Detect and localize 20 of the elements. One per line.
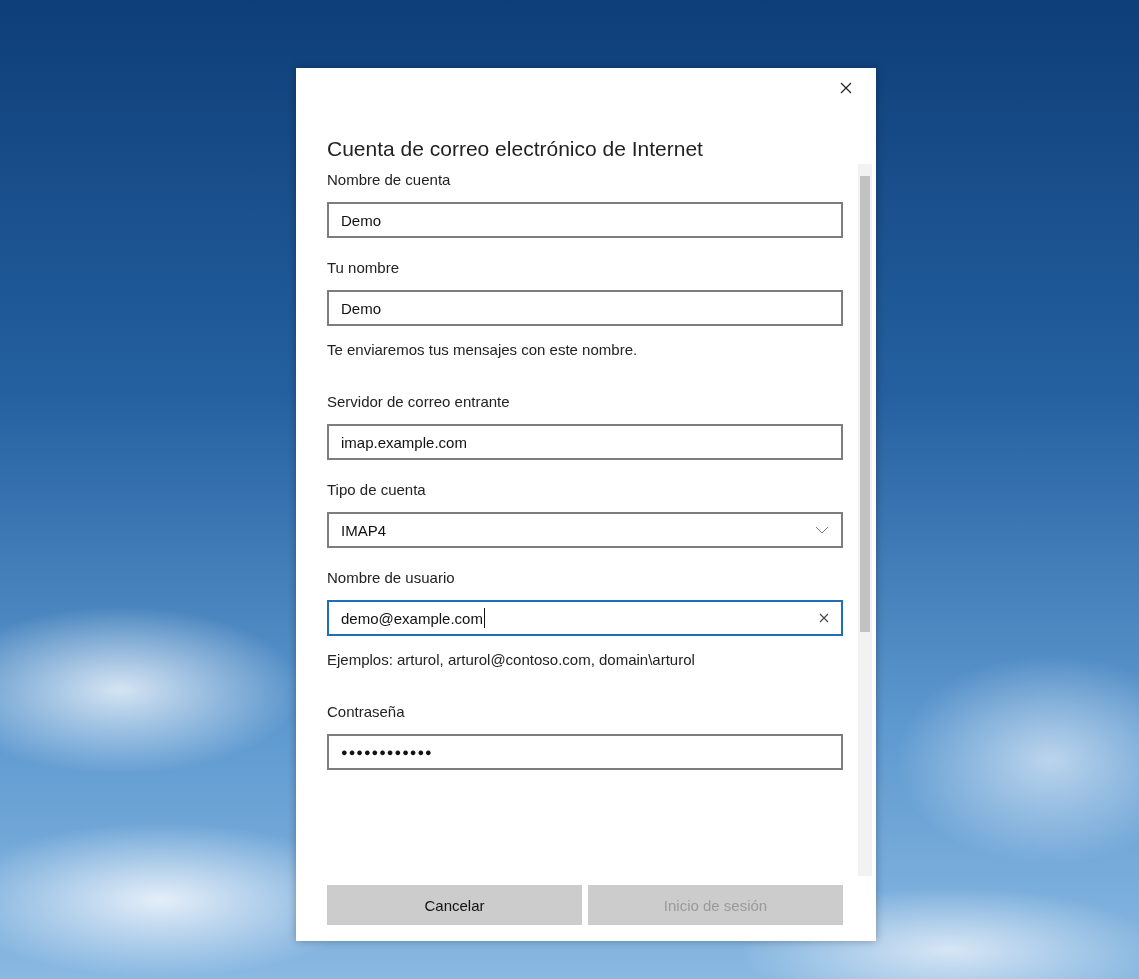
cancel-button[interactable]: Cancelar bbox=[327, 885, 582, 925]
field-label: Tu nombre bbox=[327, 258, 400, 278]
field-label: Nombre de usuario bbox=[327, 568, 456, 588]
field-label: Contraseña bbox=[327, 702, 406, 722]
dropdown-field[interactable]: IMAP4 bbox=[327, 512, 843, 548]
input-field[interactable]: Demo bbox=[327, 290, 843, 326]
field-label: Tipo de cuenta bbox=[327, 480, 427, 500]
scrollbar[interactable] bbox=[858, 164, 872, 876]
dialog-title: Cuenta de correo electrónico de Internet bbox=[326, 136, 704, 162]
field-label: Nombre de cuenta bbox=[327, 170, 452, 190]
input-field[interactable]: imap.example.com bbox=[327, 424, 843, 460]
close-icon[interactable] bbox=[840, 82, 852, 94]
input-field[interactable]: Demo bbox=[327, 202, 843, 238]
clear-icon[interactable] bbox=[819, 613, 829, 623]
input-field[interactable]: demo@example.com bbox=[327, 600, 843, 636]
field-label: Servidor de correo entrante bbox=[327, 392, 511, 412]
chevron-down-icon bbox=[815, 526, 829, 534]
field-hint: Te enviaremos tus mensajes con este nombre. bbox=[327, 340, 639, 360]
password-field[interactable]: ●●●●●●●●●●●● bbox=[327, 734, 843, 770]
field-hint: Ejemplos: arturol, arturol@contoso.com, domain\arturol bbox=[327, 650, 696, 670]
